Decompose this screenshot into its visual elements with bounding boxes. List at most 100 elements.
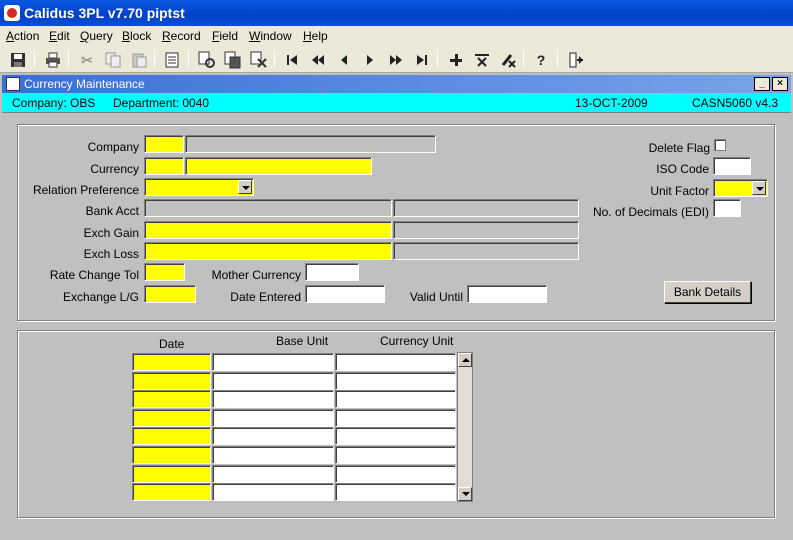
- edit-icon[interactable]: [161, 49, 183, 71]
- info-module: CASN5060 v4.3: [692, 96, 779, 110]
- bank-acct-label: Bank Acct: [85, 204, 139, 218]
- first-record-icon[interactable]: [281, 49, 303, 71]
- window-title-bar: Currency Maintenance _ ×: [2, 75, 791, 93]
- previous-record-icon[interactable]: [333, 49, 355, 71]
- context-info-bar: Company: OBS Department: 0040 13-OCT-200…: [2, 93, 791, 113]
- currency-description-field[interactable]: [185, 157, 372, 175]
- currency-unit-cell[interactable]: [335, 408, 456, 427]
- relation-preference-select[interactable]: [144, 178, 254, 196]
- app-title: Calidus 3PL v7.70 piptst: [24, 5, 185, 21]
- next-block-icon[interactable]: [385, 49, 407, 71]
- delete-flag-label: Delete Flag: [648, 141, 710, 155]
- currency-code-field[interactable]: [144, 157, 184, 175]
- exchange-lg-field[interactable]: [144, 285, 196, 303]
- clear-record-icon[interactable]: [497, 49, 519, 71]
- currency-unit-cell[interactable]: [335, 353, 456, 371]
- relation-preference-label: Relation Preference: [32, 183, 139, 197]
- exit-icon[interactable]: [565, 49, 587, 71]
- save-icon[interactable]: [7, 49, 29, 71]
- last-record-icon[interactable]: [411, 49, 433, 71]
- currency-label: Currency: [90, 162, 139, 176]
- base-unit-cell[interactable]: [212, 390, 334, 409]
- base-unit-cell[interactable]: [212, 483, 334, 502]
- unit-factor-label: Unit Factor: [650, 184, 709, 198]
- minimize-button[interactable]: _: [754, 77, 770, 91]
- date-cell[interactable]: [132, 483, 211, 502]
- exch-loss-field[interactable]: [144, 242, 392, 260]
- exch-loss-label: Exch Loss: [83, 247, 139, 261]
- currency-unit-cell[interactable]: [335, 371, 456, 390]
- previous-block-icon[interactable]: [307, 49, 329, 71]
- menu-help[interactable]: Help: [303, 29, 328, 43]
- menu-record[interactable]: Record: [162, 29, 201, 43]
- bank-details-button[interactable]: Bank Details: [664, 281, 751, 303]
- grid-scrollbar[interactable]: [457, 352, 473, 502]
- unit-factor-select[interactable]: [713, 179, 768, 197]
- info-date: 13-OCT-2009: [575, 96, 648, 110]
- date-cell[interactable]: [132, 371, 211, 390]
- no-decimals-label: No. of Decimals (EDI): [592, 205, 709, 219]
- base-unit-cell[interactable]: [212, 408, 334, 427]
- chevron-down-icon[interactable]: [752, 181, 766, 195]
- chevron-down-icon[interactable]: [238, 180, 252, 194]
- exchange-lg-label: Exchange L/G: [62, 290, 139, 304]
- date-cell[interactable]: [132, 408, 211, 427]
- toolbar: ✂ ?: [0, 46, 793, 73]
- date-cell[interactable]: [132, 390, 211, 409]
- base-unit-cell[interactable]: [212, 427, 334, 446]
- menu-field[interactable]: Field: [212, 29, 238, 43]
- base-unit-column-header: Base Unit: [276, 334, 329, 348]
- menu-action[interactable]: Action: [6, 29, 39, 43]
- currency-unit-cell[interactable]: [335, 427, 456, 446]
- base-unit-cell[interactable]: [212, 464, 334, 483]
- currency-unit-cell[interactable]: [335, 390, 456, 409]
- date-cell[interactable]: [132, 446, 211, 464]
- currency-unit-cell[interactable]: [335, 464, 456, 483]
- app-logo-icon: [4, 5, 20, 21]
- date-column-header: Date: [159, 337, 185, 351]
- scroll-down-icon[interactable]: [458, 487, 472, 501]
- rate-change-tol-field[interactable]: [144, 263, 185, 281]
- date-cell[interactable]: [132, 427, 211, 446]
- copy-icon[interactable]: [102, 49, 124, 71]
- mother-currency-field[interactable]: [305, 263, 359, 281]
- cut-icon[interactable]: ✂: [76, 49, 98, 71]
- company-field[interactable]: [144, 135, 184, 153]
- paste-icon[interactable]: [128, 49, 150, 71]
- exch-gain-description-field: [393, 221, 579, 239]
- help-icon[interactable]: ?: [530, 49, 552, 71]
- currency-unit-cell[interactable]: [335, 483, 456, 502]
- execute-query-icon[interactable]: [222, 49, 244, 71]
- mother-currency-label: Mother Currency: [211, 268, 301, 282]
- menu-window[interactable]: Window: [249, 29, 292, 43]
- currency-unit-cell[interactable]: [335, 446, 456, 464]
- currency-unit-column-header: Currency Unit: [380, 334, 454, 348]
- no-decimals-field[interactable]: [713, 199, 741, 217]
- close-button[interactable]: ×: [772, 77, 788, 91]
- valid-until-label: Valid Until: [409, 290, 463, 304]
- base-unit-cell[interactable]: [212, 371, 334, 390]
- iso-code-label: ISO Code: [656, 162, 709, 176]
- print-icon[interactable]: [42, 49, 64, 71]
- bank-acct-description-field: [393, 199, 579, 217]
- info-department: Department: 0040: [113, 96, 210, 110]
- scroll-up-icon[interactable]: [458, 353, 472, 367]
- enter-query-icon[interactable]: [196, 49, 218, 71]
- date-cell[interactable]: [132, 464, 211, 483]
- iso-code-field[interactable]: [713, 157, 751, 175]
- exch-gain-field[interactable]: [144, 221, 392, 239]
- menu-block[interactable]: Block: [122, 29, 151, 43]
- base-unit-cell[interactable]: [212, 446, 334, 464]
- next-record-icon[interactable]: [359, 49, 381, 71]
- menu-query[interactable]: Query: [80, 29, 113, 43]
- valid-until-field[interactable]: [467, 285, 547, 303]
- base-unit-cell[interactable]: [212, 353, 334, 371]
- delete-flag-checkbox[interactable]: [714, 139, 726, 151]
- insert-record-icon[interactable]: [445, 49, 467, 71]
- date-cell[interactable]: [132, 353, 211, 371]
- cancel-query-icon[interactable]: [248, 49, 270, 71]
- menu-edit[interactable]: Edit: [49, 29, 70, 43]
- window-icon: [6, 77, 20, 91]
- delete-record-icon[interactable]: [471, 49, 493, 71]
- date-entered-field[interactable]: [305, 285, 385, 303]
